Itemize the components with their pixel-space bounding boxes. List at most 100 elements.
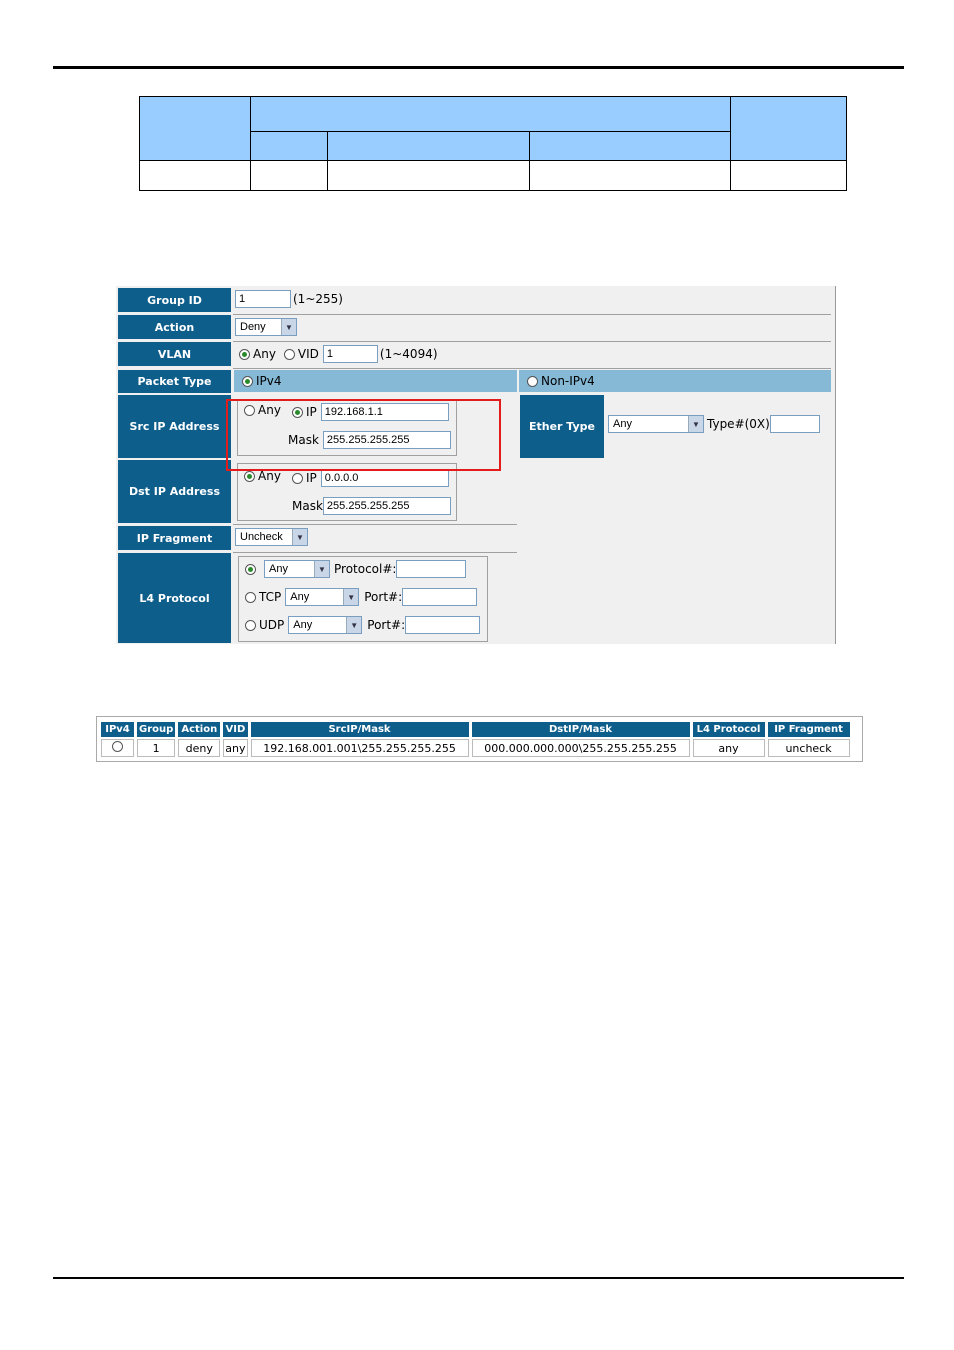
l4-udp-radio[interactable] [245,619,256,631]
chevron-down-icon[interactable]: ▼ [346,617,362,633]
ip-fragment-select[interactable]: Uncheck ▼ [235,528,308,546]
action-select[interactable]: Deny ▼ [235,318,297,336]
chevron-down-icon[interactable]: ▼ [292,529,307,545]
dstip-cell: 000.000.000.000\255.255.255.255 [471,739,690,757]
l4-udp-row: UDP Any ▼ Port#: [245,616,481,634]
vlan-vid-radio[interactable] [283,348,295,360]
ip-fragment-label: IP Fragment [118,526,231,550]
chevron-down-icon[interactable]: ▼ [688,416,703,432]
group-id-hint: (1~255) [293,292,343,306]
l4-tcp-selected: Any [290,591,310,603]
l4-protocol-radio[interactable] [245,563,256,575]
l4-protocol-select[interactable]: Any ▼ [264,560,330,578]
dst-ip-ip-option: IP 0.0.0.0 [292,469,449,487]
doc-table-header-cell [250,96,731,132]
l4-udp-port-input[interactable] [405,616,481,634]
row-divider [233,524,517,525]
dst-mask-row: Mask 255.255.255.255 [292,497,451,515]
vlan-vid-input[interactable]: 1 [322,345,378,363]
l4-tcp-port-input[interactable] [402,588,478,606]
ip-fragment-row: Uncheck ▼ [235,528,308,546]
chevron-down-icon[interactable]: ▼ [281,319,296,335]
action-selected: Deny [240,321,266,333]
dst-ip-ip-radio[interactable] [292,472,303,484]
ipfrag-cell: uncheck [767,739,850,757]
ipv4-radio[interactable] [242,375,253,387]
non-ipv4-band: Non-IPv4 [519,370,831,392]
dst-ip-ip-label: IP [306,471,317,485]
ether-type-select[interactable]: Any ▼ [608,415,704,433]
row-divider [233,314,831,315]
l4-tcp-label: TCP [259,590,282,604]
col-header-action: Action [178,722,221,737]
col-header-l4: L4 Protocol [692,722,765,737]
l4-udp-label: UDP [259,618,285,632]
ether-type-selected: Any [613,418,632,430]
dst-mask-input[interactable]: 255.255.255.255 [322,497,451,515]
l4-tcp-radio[interactable] [245,591,256,603]
page-header-rule [53,66,904,69]
l4-protocol-field-label: Protocol#: [334,562,397,576]
group-id-row: 1 (1~255) [235,290,343,308]
l4-cell: any [692,739,765,757]
doc-table-cell [529,160,731,191]
vlan-any-radio[interactable] [239,348,250,360]
col-header-ipfrag: IP Fragment [767,722,850,737]
doc-table [139,96,847,191]
doc-table-cell [250,160,328,191]
vlan-hint: (1~4094) [379,347,438,361]
l4-protocol-input[interactable] [396,560,467,578]
l4-udp-field-label: Port#: [367,618,406,632]
dst-ip-any-radio[interactable] [244,470,255,482]
dst-ip-label: Dst IP Address [118,460,231,523]
l4-tcp-select[interactable]: Any ▼ [285,588,360,606]
vlan-row: Any VID 1 (1~4094) [239,345,438,363]
acl-result-table: IPv4 Group Action VID SrcIP/Mask DstIP/M… [96,716,863,762]
doc-table-header-cell [730,96,847,161]
doc-table-cell [139,160,251,191]
group-id-label: Group ID [118,288,231,312]
dst-ip-any-option: Any [244,469,281,483]
chevron-down-icon[interactable]: ▼ [314,561,329,577]
action-label: Action [118,315,231,339]
ether-type-label: Ether Type [520,395,604,458]
row-select-radio[interactable] [112,741,123,752]
l4-tcp-field-label: Port#: [364,590,403,604]
col-header-dstip: DstIP/Mask [471,722,690,737]
ether-type-row: Any ▼ Type#(0X) [608,415,820,433]
l4-protocol-selected: Any [269,563,288,575]
dst-ip-any-label: Any [258,469,281,483]
vlan-vid-label: VID [297,347,319,361]
doc-table-cell [327,160,530,191]
l4-udp-selected: Any [293,619,313,631]
ipv4-band: IPv4 [234,370,517,392]
doc-table-cell [730,160,847,191]
doc-table-subheader-cell [327,131,530,161]
src-ip-label: Src IP Address [118,395,231,458]
l4-udp-select[interactable]: Any ▼ [288,616,363,634]
l4-protocol-label: L4 Protocol [118,553,231,643]
action-cell: deny [178,739,221,757]
col-header-group: Group [137,722,176,737]
group-id-input[interactable]: 1 [235,290,291,308]
col-header-srcip: SrcIP/Mask [250,722,469,737]
page-footer-rule [53,1277,904,1279]
doc-table-subheader-cell [529,131,731,161]
action-row: Deny ▼ [235,318,297,336]
non-ipv4-radio[interactable] [527,375,538,387]
doc-table-subheader-cell [250,131,328,161]
ipv4-label: IPv4 [256,374,282,388]
vlan-any-label: Any [253,347,276,361]
non-ipv4-label: Non-IPv4 [541,374,595,388]
col-header-vid: VID [223,722,248,737]
ip-fragment-selected: Uncheck [240,531,283,543]
col-header-ipv4: IPv4 [101,722,134,737]
highlight-box [226,399,501,471]
vid-cell: any [223,739,248,757]
row-select-cell [101,739,134,757]
ether-type-input[interactable] [769,415,820,433]
chevron-down-icon[interactable]: ▼ [343,589,359,605]
packet-type-label: Packet Type [118,370,231,393]
dst-ip-input[interactable]: 0.0.0.0 [320,469,449,487]
row-divider [233,552,517,553]
